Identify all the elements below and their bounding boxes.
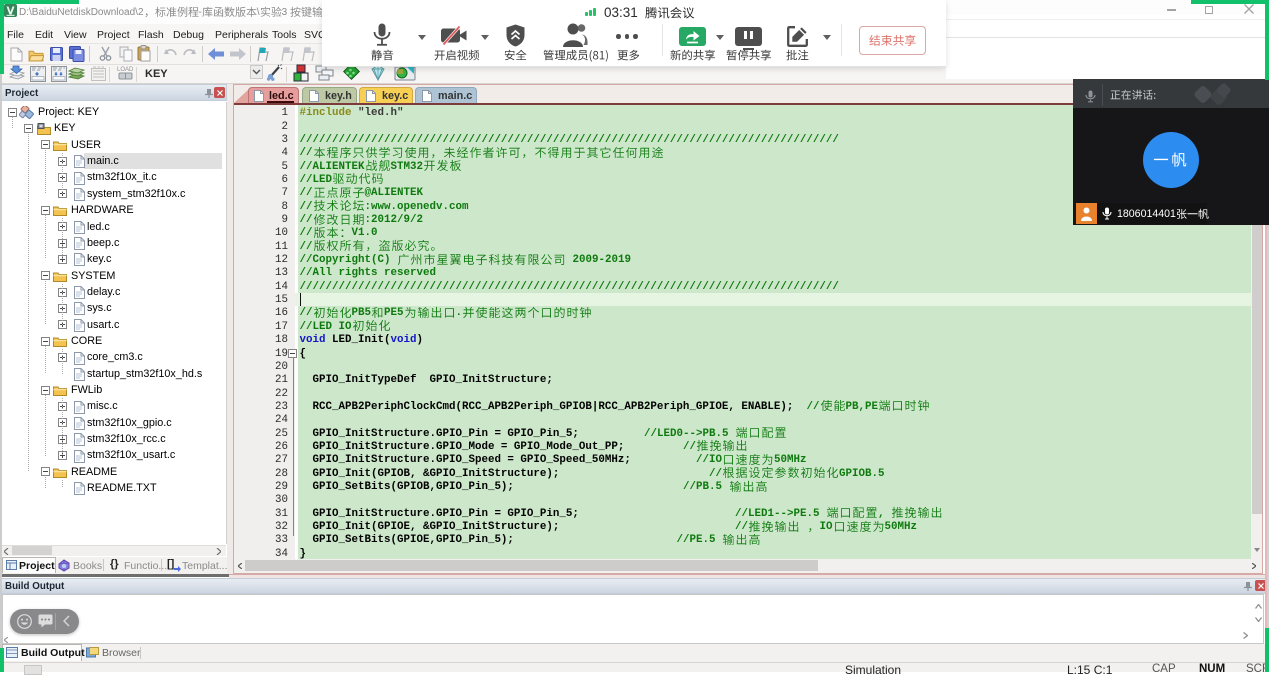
svg-text:LOAD: LOAD xyxy=(117,67,134,73)
